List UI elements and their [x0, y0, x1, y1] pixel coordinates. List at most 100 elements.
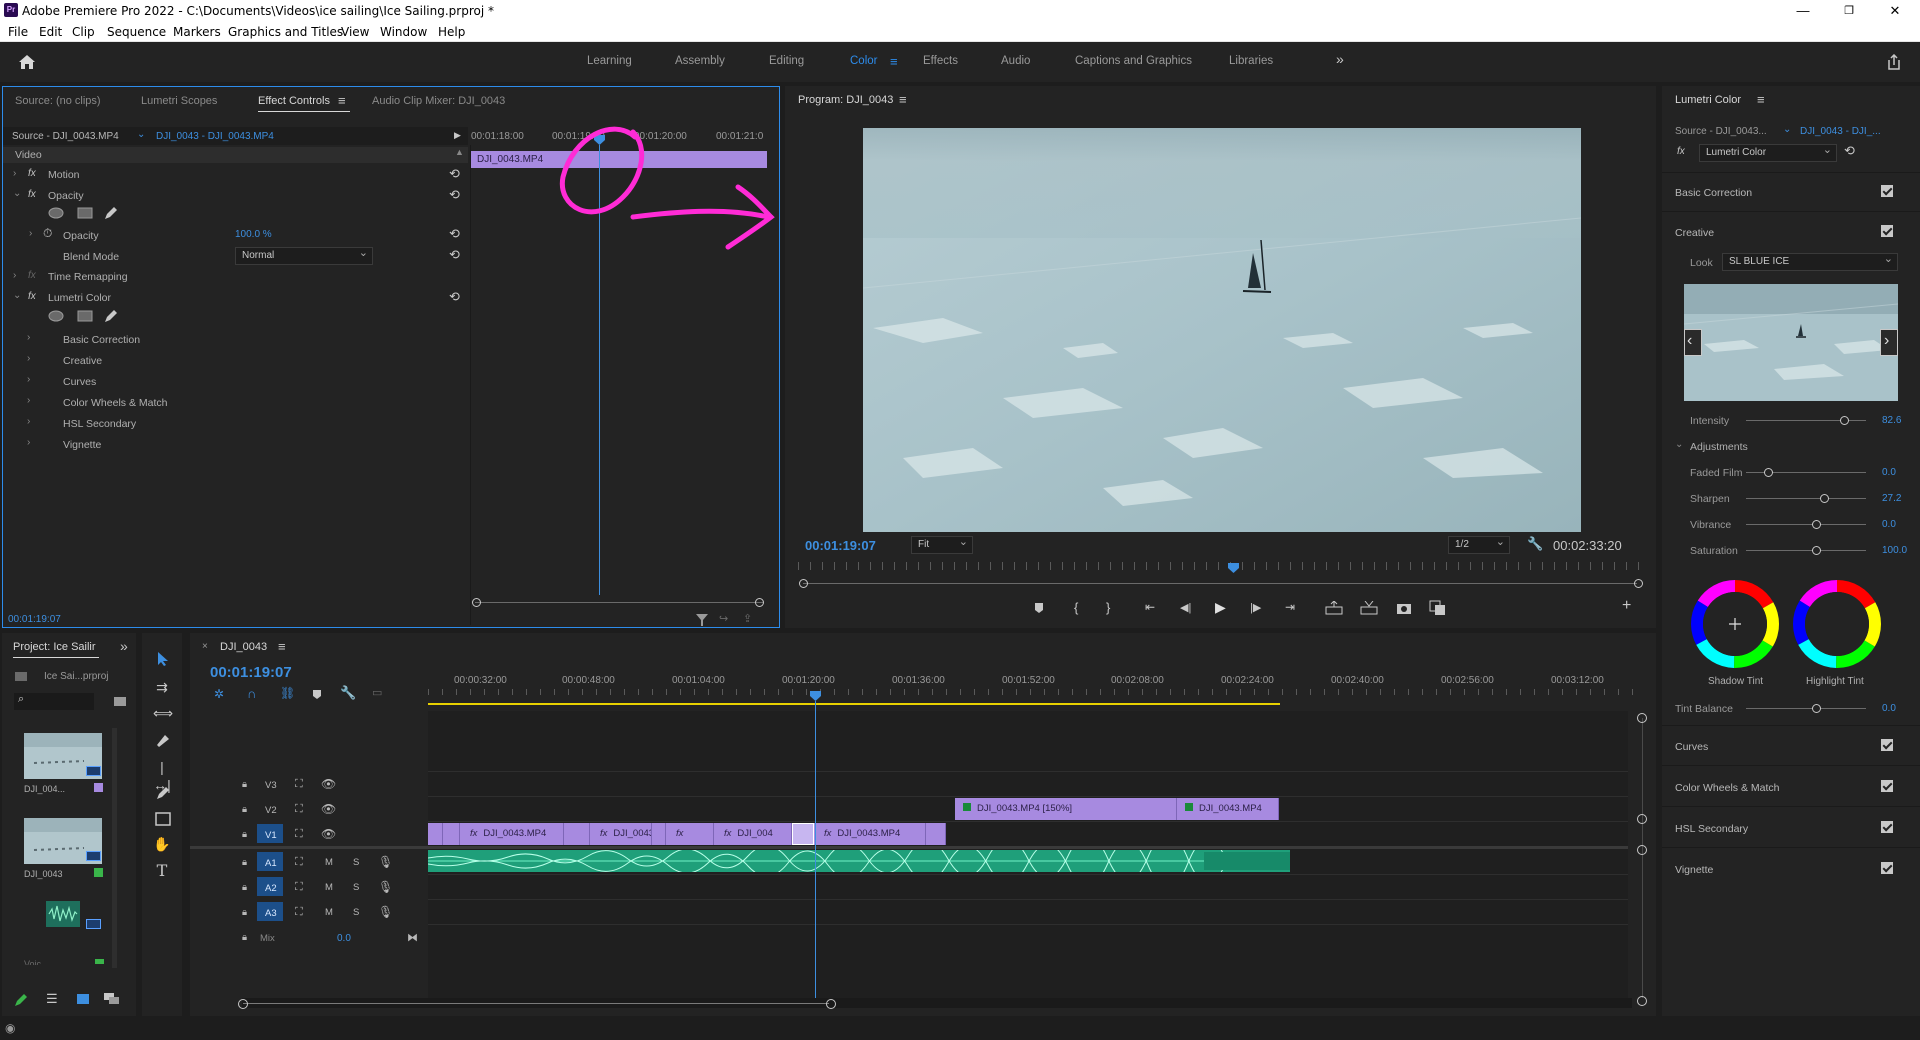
collapse-adjustments-icon[interactable]: ⌄	[1675, 439, 1683, 450]
eye-icon[interactable]: 👁︎	[321, 777, 336, 791]
eye-icon[interactable]: 👁︎	[321, 802, 336, 816]
menu-help[interactable]: Help	[438, 25, 465, 39]
tab-source[interactable]: Source: (no clips)	[15, 95, 101, 107]
mix-volume-value[interactable]: 0.0	[337, 933, 351, 944]
sequence-tab[interactable]: DJI_0043	[220, 641, 267, 653]
workspace-editing[interactable]: Editing	[769, 55, 804, 67]
timeline-ruler[interactable]: 00:00:32:00 00:00:48:00 00:01:04:00 00:0…	[428, 675, 1638, 701]
lumetri-color-wheels-label[interactable]: Color Wheels & Match	[63, 397, 167, 409]
ellipse-mask-icon[interactable]	[48, 207, 64, 219]
sync-lock-icon[interactable]: ⛶	[295, 828, 303, 841]
intensity-slider-knob[interactable]	[1840, 416, 1849, 425]
pen-mask-icon[interactable]	[103, 205, 119, 221]
stopwatch-icon[interactable]: ⏱	[43, 226, 52, 241]
workspace-overflow-icon[interactable]: »	[1336, 51, 1344, 67]
timeline-playhead-marker[interactable]	[810, 691, 821, 701]
expand-time-remapping-icon[interactable]: ›	[13, 270, 16, 281]
captions-icon[interactable]: ▭	[372, 686, 382, 699]
rectangle-mask-icon[interactable]	[77, 207, 93, 219]
extract-icon[interactable]	[1360, 601, 1378, 615]
scroll-handle-top[interactable]	[1637, 845, 1647, 855]
add-marker-icon[interactable]	[1033, 602, 1045, 614]
timeline-clip[interactable]	[428, 823, 443, 845]
scroll-handle-top[interactable]	[1637, 713, 1647, 723]
step-forward-icon[interactable]: |▶	[1250, 601, 1261, 614]
reset-blend-mode-icon[interactable]: ⟲	[449, 247, 460, 263]
step-back-icon[interactable]: ◀|	[1180, 601, 1191, 614]
expand-opacity-value-icon[interactable]: ›	[29, 228, 32, 239]
play-only-audio-icon[interactable]: ↪	[719, 612, 728, 625]
shadow-tint-wheel[interactable]	[1690, 579, 1780, 669]
track-a1-label[interactable]: A1	[265, 858, 277, 869]
adjustments-label[interactable]: Adjustments	[1690, 441, 1748, 453]
tint-balance-slider[interactable]	[1746, 708, 1866, 709]
expand-motion-icon[interactable]: ›	[13, 168, 16, 179]
lumetri-hsl-secondary-label[interactable]: HSL Secondary	[63, 418, 136, 430]
opacity-value[interactable]: 100.0 %	[235, 229, 272, 240]
wrench-icon[interactable]: 🔧	[1527, 536, 1543, 552]
mark-in-icon[interactable]: {	[1074, 600, 1078, 615]
collapse-lumetri-icon[interactable]: ⌄	[13, 290, 21, 301]
snap-icon[interactable]: ∩	[247, 686, 256, 701]
workspace-audio[interactable]: Audio	[1001, 55, 1030, 67]
scroll-handle-left[interactable]	[238, 999, 248, 1009]
panel-menu-icon[interactable]: ≡	[1757, 92, 1765, 107]
workspace-libraries[interactable]: Libraries	[1229, 55, 1273, 67]
pencil-icon[interactable]	[14, 993, 28, 1007]
track-a2-label[interactable]: A2	[265, 883, 277, 894]
panel-overflow-icon[interactable]: »	[120, 638, 128, 654]
scroll-handle-left[interactable]	[799, 579, 808, 588]
workspace-effects[interactable]: Effects	[923, 55, 958, 67]
clip-menu-icon[interactable]: ⌄	[137, 129, 145, 140]
timeline-clip[interactable]: DJI_0043.MP4 [150%]	[955, 798, 1177, 820]
close-button[interactable]: ✕	[1872, 0, 1918, 22]
timeline-clip[interactable]	[564, 823, 590, 845]
program-monitor-title[interactable]: Program: DJI_0043	[798, 94, 893, 106]
minimize-button[interactable]: —	[1780, 0, 1826, 22]
tint-balance-value[interactable]: 0.0	[1882, 703, 1896, 714]
play-clip-icon[interactable]: ▶	[454, 130, 461, 141]
look-dropdown[interactable]: SL BLUE ICE	[1722, 251, 1898, 271]
panel-menu-icon[interactable]: ≡	[338, 93, 346, 108]
faded-film-value[interactable]: 0.0	[1882, 467, 1896, 478]
project-item-name[interactable]: DJI_004...	[24, 784, 65, 794]
freeform-view-icon[interactable]	[104, 993, 120, 1005]
saturation-value[interactable]: 100.0	[1882, 545, 1907, 556]
type-tool-icon[interactable]: T	[153, 862, 171, 880]
voice-over-icon[interactable]: 🎙︎	[378, 880, 393, 894]
camera-icon[interactable]	[1396, 601, 1412, 615]
blend-mode-dropdown[interactable]: Normal	[235, 245, 373, 265]
tint-balance-slider-knob[interactable]	[1812, 704, 1821, 713]
workspace-captions-and-graphics[interactable]: Captions and Graphics	[1075, 55, 1192, 67]
project-item-name[interactable]: Voic...	[24, 959, 49, 965]
lift-icon[interactable]	[1325, 601, 1343, 615]
lumetri-creative-label[interactable]: Creative	[63, 355, 102, 367]
project-item-name[interactable]: DJI_0043	[24, 869, 63, 879]
rectangle-tool-icon[interactable]	[155, 811, 171, 827]
timeline-clip[interactable]: fx DJI_004	[714, 823, 792, 845]
razor-tool-icon[interactable]	[155, 733, 171, 749]
solo-button[interactable]: S	[353, 882, 359, 893]
selection-tool-icon[interactable]	[156, 651, 170, 667]
lock-track-icon[interactable]: 🔒︎	[242, 882, 247, 893]
work-area-bar[interactable]	[428, 703, 1280, 705]
fx-icon[interactable]: fx	[1677, 146, 1685, 157]
render-status-icon[interactable]: ◉	[5, 1021, 15, 1035]
lumetri-effect-dropdown[interactable]: Lumetri Color	[1699, 142, 1837, 162]
linked-selection-icon[interactable]: ⛓	[280, 686, 295, 700]
pen-tool-icon[interactable]	[155, 785, 171, 801]
mute-button[interactable]: M	[325, 882, 333, 893]
add-marker-icon[interactable]	[312, 689, 322, 700]
reset-opacity-value-icon[interactable]: ⟲	[449, 226, 460, 242]
hand-tool-icon[interactable]: ✋	[153, 835, 171, 853]
resolution-dropdown[interactable]: 1/2	[1448, 534, 1510, 554]
fx-icon[interactable]: fx	[28, 189, 36, 200]
effect-controls-timecode[interactable]: 00:01:19:07	[8, 614, 61, 625]
lock-track-icon[interactable]: 🔒︎	[242, 779, 247, 790]
expand-icon[interactable]: ›	[27, 332, 30, 343]
lock-track-icon[interactable]: 🔒︎	[242, 932, 247, 943]
lock-track-icon[interactable]: 🔒︎	[242, 829, 247, 840]
solo-button[interactable]: S	[353, 857, 359, 868]
menu-edit[interactable]: Edit	[39, 25, 62, 39]
highlight-tint-wheel[interactable]	[1792, 579, 1882, 669]
